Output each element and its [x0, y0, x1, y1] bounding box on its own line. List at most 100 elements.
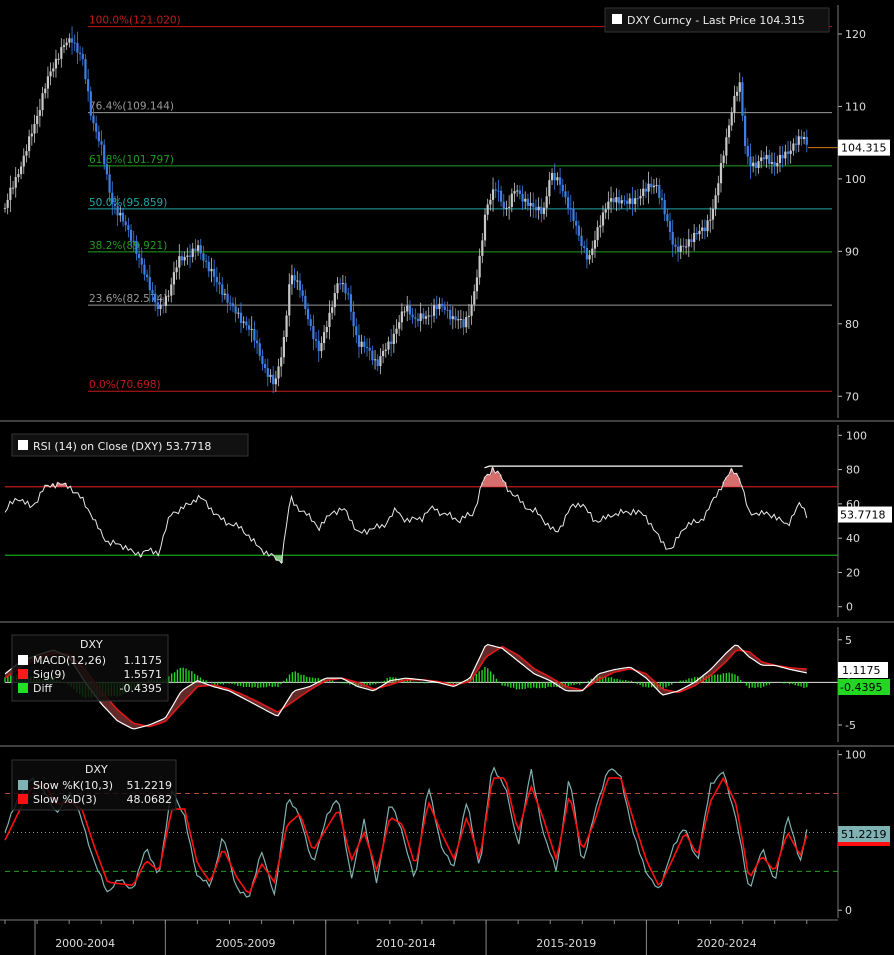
price-bar-body: [687, 239, 690, 247]
price-bar-body: [727, 125, 731, 138]
price-bar-body: [285, 315, 288, 337]
price-bar-body: [419, 313, 422, 321]
price-bar-body: [6, 199, 9, 208]
fib-level-label: 38.2%(89.921): [89, 240, 167, 252]
price-bar-body: [457, 319, 460, 321]
price-bar-body: [631, 198, 634, 205]
price-bar-body: [499, 190, 503, 202]
price-bar-body: [658, 185, 661, 198]
stoch-legend-name: Slow %K(10,3): [33, 779, 113, 792]
macd-legend-title: DXY: [80, 638, 103, 651]
price-bar-body: [473, 291, 476, 305]
price-bar-body: [403, 311, 406, 313]
price-bar-body: [11, 187, 15, 189]
price-bar-body: [137, 253, 141, 258]
price-bar-body: [534, 207, 538, 211]
time-axis-label: 2000-2004: [55, 937, 115, 950]
price-bar-body: [156, 302, 159, 310]
price-bar-body: [676, 246, 680, 252]
price-bar-body: [143, 264, 146, 275]
price-bar-body: [717, 183, 720, 196]
price-bar-body: [296, 280, 299, 282]
price-bar-body: [30, 133, 33, 137]
price-bar-body: [521, 194, 524, 202]
price-bar-body: [373, 359, 377, 361]
price-bar-body: [135, 241, 138, 254]
price-bar-body: [454, 316, 457, 321]
price-bar-body: [752, 162, 755, 167]
fib-level-label: 100.0%(121.020): [89, 15, 181, 27]
price-bar-body: [757, 161, 760, 168]
price-bar-body: [341, 283, 344, 285]
price-bar-body: [282, 336, 285, 358]
price-bar-body: [49, 71, 52, 77]
price-bar-body: [92, 115, 95, 124]
macd-legend-value: -0.4395: [120, 682, 162, 695]
price-bar-body: [320, 343, 323, 352]
price-bar-body: [639, 196, 642, 199]
time-axis-label: 2010-2014: [376, 937, 436, 950]
price-bar-body: [129, 229, 133, 241]
price-bar-body: [483, 214, 487, 241]
macd-legend-name: Sig(9): [33, 668, 66, 681]
price-bar-body: [596, 227, 599, 241]
price-axis-tick-label: 90: [845, 245, 859, 258]
price-bar-body: [288, 284, 291, 316]
price-bar-body: [52, 68, 55, 72]
price-bar-body: [451, 316, 454, 320]
price-bar-body: [803, 136, 806, 140]
price-bar-body: [368, 347, 371, 351]
price-bar-body: [148, 277, 151, 291]
price-bar-body: [754, 162, 757, 168]
price-bar-body: [577, 225, 580, 236]
price-bar-body: [486, 204, 489, 215]
price-bar-body: [615, 197, 618, 203]
price-bar-body: [272, 374, 275, 385]
price-bar-body: [46, 76, 50, 89]
price-bar-body: [328, 312, 331, 327]
price-bar-body: [529, 203, 532, 206]
stoch-d-last-badge: [838, 842, 890, 846]
price-bar-body: [735, 91, 739, 96]
price-bar-body: [481, 240, 484, 256]
price-bar-body: [652, 185, 656, 188]
price-bar-body: [36, 115, 39, 124]
price-bar-body: [54, 58, 58, 69]
price-bar-body: [805, 136, 808, 145]
price-bar-body: [314, 339, 318, 341]
price-bar-body: [773, 162, 776, 167]
price-bar-body: [542, 207, 546, 214]
price-bar-body: [424, 316, 428, 319]
price-bar-body: [234, 306, 237, 314]
price-bar-body: [183, 256, 186, 261]
price-bar-body: [105, 164, 109, 175]
price-bar-body: [701, 227, 704, 231]
price-bar-body: [344, 283, 347, 294]
price-bar-body: [247, 325, 251, 330]
price-bar-body: [459, 318, 462, 320]
price-bar-body: [306, 309, 310, 320]
price-bar-body: [518, 190, 521, 195]
price-bar-body: [207, 261, 210, 272]
price-bar-body: [154, 293, 157, 303]
price-bar-body: [301, 290, 304, 296]
stoch-legend-name: Slow %D(3): [33, 793, 97, 806]
price-bar-body: [333, 293, 336, 308]
price-bar-body: [432, 305, 436, 316]
price-bar-body: [390, 341, 393, 345]
price-bar-body: [794, 143, 798, 145]
price-bar-body: [706, 220, 709, 232]
price-bar-body: [591, 248, 594, 256]
price-bar-body: [164, 296, 167, 306]
price-bar-body: [100, 141, 103, 145]
price-bar-body: [475, 277, 479, 292]
price-bar-body: [400, 311, 403, 323]
price-bar-body: [698, 230, 701, 235]
fib-level-label: 76.4%(109.144): [89, 101, 174, 113]
price-bar-body: [103, 144, 106, 165]
price-bar-body: [76, 43, 79, 53]
price-bar-body: [73, 42, 76, 44]
price-bar-body: [398, 322, 401, 329]
price-bar-body: [199, 245, 202, 254]
price-bar-body: [524, 198, 527, 202]
